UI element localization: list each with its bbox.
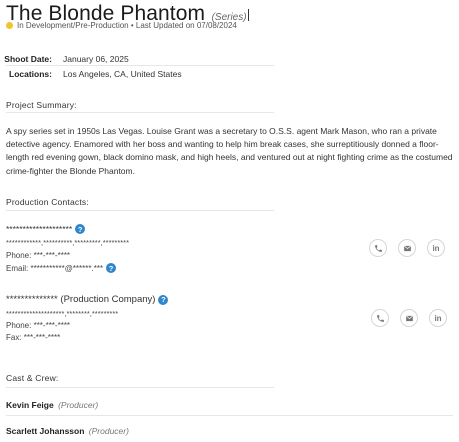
- contact-phone: Phone: ***-***-****: [6, 321, 71, 330]
- cast-crew-heading: Cast & Crew:: [6, 373, 59, 383]
- help-icon[interactable]: ?: [158, 294, 169, 305]
- crew-member[interactable]: Kevin Feige (Producer): [6, 400, 98, 410]
- contact-address: ************,**********,*********,******…: [6, 238, 129, 247]
- meta-divider: [6, 65, 274, 66]
- shoot-date-value: January 06, 2025: [63, 54, 129, 64]
- text-cursor: [247, 9, 249, 21]
- phone-icon: [376, 314, 384, 322]
- linkedin-icon: in: [432, 243, 440, 253]
- locations-label: Locations:: [9, 69, 52, 79]
- crew-member-role: (Producer): [58, 400, 99, 410]
- locations-value: Los Angeles, CA, United States: [63, 69, 182, 79]
- crew-member[interactable]: Scarlett Johansson (Producer): [6, 426, 129, 436]
- linkedin-icon: in: [434, 313, 442, 323]
- summary-divider: [6, 112, 274, 113]
- contact-name-text: **************: [6, 294, 58, 305]
- phone-icon: [374, 244, 382, 252]
- contact-fax: Fax: ***-***-****: [6, 333, 61, 342]
- contact-address: ********************,********,*********: [6, 309, 119, 318]
- email-icon: [405, 315, 413, 321]
- contacts-divider: [6, 210, 274, 211]
- last-updated-text: • Last Updated on 07/08/2024: [130, 21, 237, 30]
- contact-email: Email: ***********@******.*** ?: [6, 263, 117, 273]
- phone-button[interactable]: [371, 309, 389, 327]
- contact-name-text: ********************: [6, 224, 73, 234]
- contact-name: ************** (Production Company) ?: [6, 294, 169, 305]
- email-button[interactable]: [398, 239, 416, 257]
- linkedin-button[interactable]: in: [427, 239, 445, 257]
- contact-phone: Phone: ***-***-****: [6, 251, 71, 260]
- email-icon: [403, 245, 411, 251]
- contact-name: ******************** ?: [6, 224, 86, 234]
- crew-member-role: (Producer): [88, 426, 129, 436]
- crew-member-name: Kevin Feige: [6, 400, 54, 410]
- help-icon[interactable]: ?: [75, 224, 86, 234]
- production-contacts-heading: Production Contacts:: [6, 197, 89, 207]
- status-text: In Development/Pre-Production: [17, 21, 129, 30]
- shoot-date-label: Shoot Date:: [4, 54, 52, 64]
- linkedin-button[interactable]: in: [429, 309, 447, 327]
- project-summary-heading: Project Summary:: [6, 100, 77, 110]
- help-icon[interactable]: ?: [106, 263, 117, 273]
- contact-email-text: Email: ***********@******.***: [6, 263, 104, 273]
- crew-row-divider: [6, 415, 453, 416]
- crew-divider: [6, 387, 274, 388]
- contact-company-suffix: (Production Company): [60, 294, 156, 305]
- status-dot-icon: [6, 22, 13, 29]
- crew-member-name: Scarlett Johansson: [6, 426, 85, 436]
- project-summary-text: A spy series set in 1950s Las Vegas. Lou…: [6, 126, 453, 176]
- email-button[interactable]: [400, 309, 418, 327]
- phone-button[interactable]: [369, 239, 387, 257]
- status-row: In Development/Pre-Production • Last Upd…: [6, 21, 237, 30]
